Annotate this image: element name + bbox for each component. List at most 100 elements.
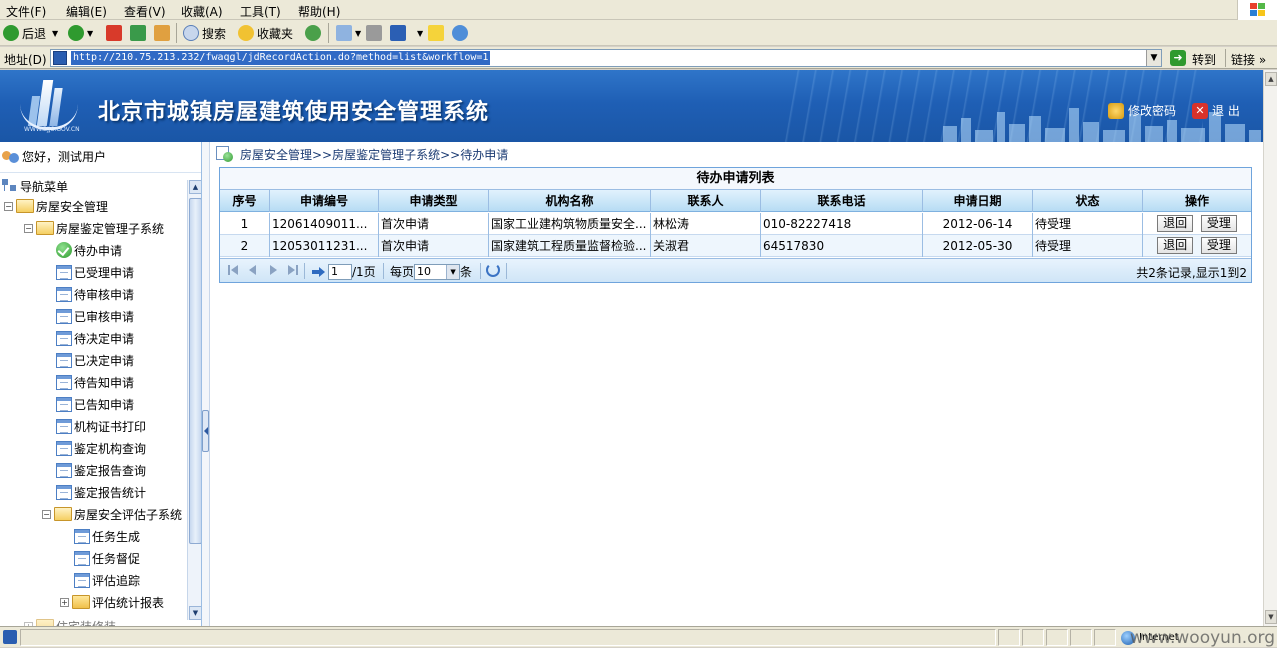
stop-button[interactable]	[106, 24, 125, 42]
return-button[interactable]: 退回	[1157, 237, 1194, 254]
collapse-panel-icon[interactable]	[202, 410, 209, 452]
favorites-button[interactable]: 收藏夹	[238, 24, 293, 42]
menu-file[interactable]: 文件(F)	[6, 3, 46, 20]
first-page-button[interactable]	[226, 263, 242, 277]
collapse-icon[interactable]: −	[42, 509, 51, 519]
col-header-contact[interactable]: 联系人	[651, 190, 761, 212]
go-arrow-icon[interactable]: ➜	[1170, 50, 1186, 66]
mail-dropdown-icon[interactable]: ▼	[355, 29, 361, 38]
nav-item-notified[interactable]: 已告知申请	[56, 394, 134, 414]
logout-button[interactable]: ✕ 退 出	[1192, 102, 1240, 119]
edit-word-button[interactable]: ▼	[390, 24, 423, 42]
prev-page-button[interactable]	[246, 263, 262, 277]
nav-subsystem-evaluation[interactable]: − 房屋安全评估子系统	[42, 504, 182, 524]
breadcrumb-text[interactable]: 房屋安全管理>>房屋鉴定管理子系统>>待办申请	[240, 146, 508, 163]
table-row[interactable]: 1 12061409011... 首次申请 国家工业建构筑物质量安全... 林松…	[220, 213, 1251, 235]
jump-arrow-icon[interactable]	[312, 265, 326, 279]
nav-item-cert-print[interactable]: 机构证书打印	[56, 416, 146, 436]
col-header-code[interactable]: 申请编号	[270, 190, 379, 212]
col-header-date[interactable]: 申请日期	[923, 190, 1033, 212]
nav-item-report-stats[interactable]: 鉴定报告统计	[56, 482, 146, 502]
table-row[interactable]: 2 12053011231... 首次申请 国家建筑工程质量监督检验... 关淑…	[220, 235, 1251, 257]
page-number-input[interactable]: 1	[328, 263, 352, 280]
refresh-button[interactable]	[130, 24, 149, 42]
nav-item-to-decide[interactable]: 待决定申请	[56, 328, 134, 348]
browser-scrollbar[interactable]: ▲ ▼	[1263, 70, 1277, 626]
nav-item-report-query[interactable]: 鉴定报告查询	[56, 460, 146, 480]
nav-item-task-urge[interactable]: 任务督促	[74, 548, 140, 568]
cell-no: 1	[220, 213, 270, 235]
pager-separator	[480, 263, 481, 279]
nav-item-to-review[interactable]: 待审核申请	[56, 284, 134, 304]
expand-icon[interactable]: +	[60, 597, 69, 607]
scroll-down-icon[interactable]: ▼	[1265, 610, 1277, 624]
nav-scroll-thumb[interactable]	[189, 198, 201, 544]
note-button[interactable]	[428, 24, 447, 42]
links-chevron-icon: »	[1258, 53, 1267, 67]
refresh-grid-button[interactable]	[486, 263, 502, 277]
folder-icon	[36, 619, 54, 626]
folder-open-icon	[16, 199, 34, 213]
nav-item-reviewed[interactable]: 已审核申请	[56, 306, 134, 326]
edit-dropdown-icon[interactable]: ▼	[417, 29, 423, 38]
status-pane	[1022, 629, 1044, 646]
users-icon	[2, 149, 20, 165]
prev-page-icon	[246, 263, 260, 277]
print-button[interactable]	[366, 24, 385, 42]
col-header-type[interactable]: 申请类型	[379, 190, 489, 212]
forward-button[interactable]: ▼	[68, 24, 93, 42]
address-input[interactable]: http://210.75.213.232/fwaqgl/jdRecordAct…	[50, 49, 1162, 67]
nav-item-accepted[interactable]: 已受理申请	[56, 262, 134, 282]
nav-item-task-create[interactable]: 任务生成	[74, 526, 140, 546]
nav-item-cutoff[interactable]: + 住宅装修装...	[24, 616, 127, 626]
nav-item-pending[interactable]: 待办申请	[56, 240, 122, 260]
go-button[interactable]: 转到	[1192, 51, 1216, 68]
page-size-select[interactable]: 10 ▼	[414, 263, 461, 280]
col-header-no[interactable]: 序号	[220, 190, 270, 212]
nav-item-org-query[interactable]: 鉴定机构查询	[56, 438, 146, 458]
nav-item-to-notify[interactable]: 待告知申请	[56, 372, 134, 392]
forward-dropdown-icon[interactable]: ▼	[87, 29, 93, 38]
links-button[interactable]: 链接 »	[1231, 51, 1266, 68]
last-page-button[interactable]	[286, 263, 302, 277]
nav-scrollbar[interactable]: ▲ ▼	[187, 180, 201, 620]
collapse-icon[interactable]: −	[24, 223, 33, 233]
nav-item-eval-stats[interactable]: + 评估统计报表	[60, 592, 164, 612]
menu-tools[interactable]: 工具(T)	[240, 3, 281, 20]
menu-view[interactable]: 查看(V)	[124, 3, 166, 20]
messenger-button[interactable]	[452, 24, 471, 42]
history-button[interactable]	[305, 24, 324, 42]
scroll-up-icon[interactable]: ▲	[189, 180, 201, 194]
menu-edit[interactable]: 编辑(E)	[66, 3, 107, 20]
col-header-org[interactable]: 机构名称	[489, 190, 651, 212]
next-page-button[interactable]	[266, 263, 282, 277]
scroll-up-icon[interactable]: ▲	[1265, 72, 1277, 86]
return-button[interactable]: 退回	[1157, 215, 1194, 232]
back-arrow-icon	[3, 25, 19, 41]
accept-button[interactable]: 受理	[1200, 215, 1237, 232]
nav-subsystem-appraisal[interactable]: − 房屋鉴定管理子系统	[24, 218, 164, 238]
address-dropdown-icon[interactable]: ▼	[1146, 50, 1161, 66]
nav-item-decided[interactable]: 已决定申请	[56, 350, 134, 370]
menu-help[interactable]: 帮助(H)	[298, 3, 340, 20]
search-button[interactable]: 搜索	[183, 24, 226, 42]
panel-splitter[interactable]	[202, 142, 210, 626]
back-button[interactable]: 后退 ▼	[3, 24, 58, 42]
page-globe-icon	[216, 146, 234, 162]
collapse-icon[interactable]: −	[4, 201, 13, 211]
accept-button[interactable]: 受理	[1200, 237, 1237, 254]
mail-button[interactable]: ▼	[336, 24, 361, 42]
menu-favorites[interactable]: 收藏(A)	[181, 3, 223, 20]
change-password-button[interactable]: 修改密码	[1108, 102, 1176, 119]
nav-item-eval-track[interactable]: 评估追踪	[74, 570, 140, 590]
watermark: www.wooyun.org	[1129, 628, 1275, 648]
nav-root[interactable]: − 房屋安全管理	[4, 196, 108, 216]
last-page-icon	[286, 263, 300, 277]
back-dropdown-icon[interactable]: ▼	[52, 29, 58, 38]
col-header-status[interactable]: 状态	[1033, 190, 1143, 212]
scroll-down-icon[interactable]: ▼	[189, 606, 201, 620]
home-button[interactable]	[154, 24, 173, 42]
select-dropdown-icon[interactable]: ▼	[446, 264, 460, 279]
address-url[interactable]: http://210.75.213.232/fwaqgl/jdRecordAct…	[71, 51, 491, 65]
col-header-phone[interactable]: 联系电话	[761, 190, 923, 212]
